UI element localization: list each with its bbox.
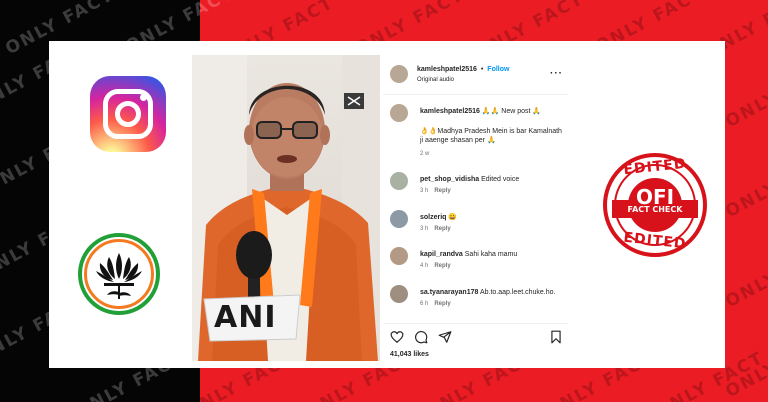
likes-count[interactable]: 41,043 likes: [390, 351, 429, 358]
comment-time: 6 h: [420, 301, 429, 307]
caption-title: New post 🙏: [501, 108, 542, 115]
reply-button[interactable]: Reply: [434, 188, 450, 194]
comment-icon[interactable]: [414, 330, 428, 344]
comment-row: solzeriq 😀 3 h Reply: [390, 210, 560, 240]
caption-time: 2 w: [420, 151, 430, 157]
caption: kamleshpatel2516 🙏🙏 New post 🙏 👌👌Madhya …: [390, 104, 562, 159]
comment-time: 3 h: [420, 188, 429, 194]
comment-avatar[interactable]: [390, 285, 408, 303]
share-icon[interactable]: [438, 330, 452, 344]
comment-avatar[interactable]: [390, 210, 408, 228]
follow-button[interactable]: Follow: [487, 66, 509, 73]
instagram-post-panel: kamleshpatel2516 • Follow Original audio…: [383, 55, 568, 361]
comment-username[interactable]: pet_shop_vidisha: [420, 176, 479, 183]
comment-row: kapil_randva Sahi kaha mamu 4 h Reply: [390, 247, 560, 277]
comment-username[interactable]: sa.tyanarayan178: [420, 289, 478, 296]
post-header: kamleshpatel2516 • Follow Original audio…: [383, 55, 568, 95]
comment-row: sa.tyanarayan178 Ab.to.aap.leet.chuke.ho…: [390, 285, 560, 315]
heart-icon[interactable]: [390, 330, 404, 344]
stamp-sub-text: FACT CHECK: [627, 205, 683, 214]
instagram-logo-icon: [90, 76, 166, 152]
comment-username[interactable]: solzeriq: [420, 214, 446, 221]
author-avatar[interactable]: [390, 65, 408, 83]
comment-text: 😀: [448, 214, 458, 221]
comment-username[interactable]: kapil_randva: [420, 251, 463, 258]
caption-username[interactable]: kamleshpatel2516: [420, 108, 480, 115]
separator-dot: •: [480, 66, 484, 73]
reply-button[interactable]: Reply: [434, 263, 450, 269]
comment-text: Sahi kaha mamu: [464, 251, 518, 258]
caption-avatar[interactable]: [390, 104, 408, 122]
comment-row: pet_shop_vidisha Edited voice 3 h Reply: [390, 172, 560, 202]
ani-microphone-badge: ANI: [200, 293, 304, 343]
reply-button[interactable]: Reply: [434, 301, 450, 307]
audio-label[interactable]: Original audio: [417, 77, 454, 83]
more-options-icon[interactable]: ···: [550, 68, 563, 79]
comment-text: Edited voice: [481, 176, 520, 183]
comment-text: Ab.to.aap.leet.chuke.ho.: [479, 289, 556, 296]
comment-time: 3 h: [420, 226, 429, 232]
caption-emoji: 🙏🙏: [481, 108, 500, 115]
comment-time: 4 h: [420, 263, 429, 269]
caption-body: 👌👌Madhya Pradesh Mein is bar Kamalnath j…: [420, 128, 562, 144]
reply-button[interactable]: Reply: [434, 226, 450, 232]
author-username[interactable]: kamleshpatel2516: [417, 66, 477, 73]
video-frame[interactable]: ANI: [192, 55, 380, 361]
ani-logo-text: ANI: [214, 300, 277, 335]
bjp-lotus-logo-icon: [78, 233, 160, 315]
comment-avatar[interactable]: [390, 172, 408, 190]
ofi-fact-check-stamp: EDITED OFI FACT CHECK EDITED: [600, 150, 710, 260]
comment-avatar[interactable]: [390, 247, 408, 265]
bookmark-icon[interactable]: [549, 330, 563, 344]
action-bar: 41,043 likes: [383, 323, 568, 361]
